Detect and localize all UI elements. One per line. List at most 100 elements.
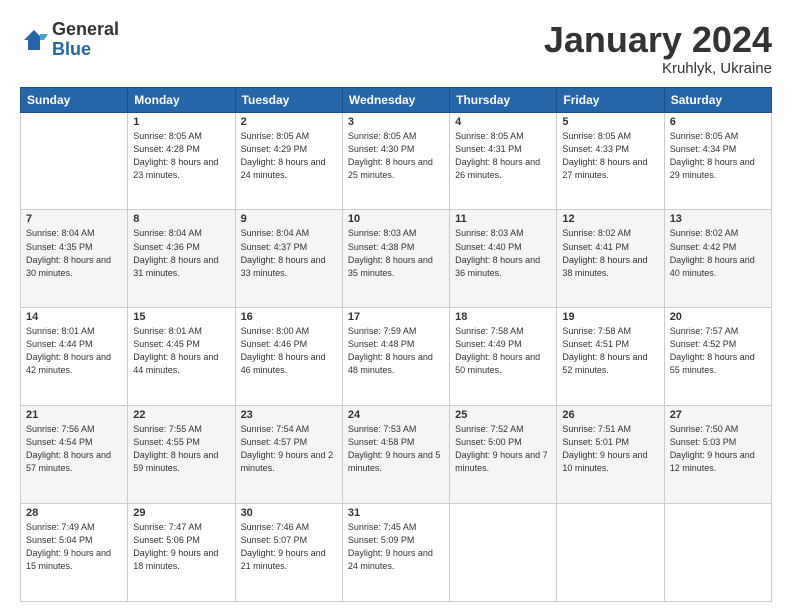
header: General Blue January 2024 Kruhlyk, Ukrai… (20, 20, 772, 77)
day-number: 13 (670, 213, 766, 225)
location-subtitle: Kruhlyk, Ukraine (544, 60, 772, 77)
calendar-cell-w0-d4: 4 Sunrise: 8:05 AMSunset: 4:31 PMDaylight… (450, 112, 557, 210)
day-info: Sunrise: 8:05 AMSunset: 4:33 PMDaylight:… (562, 130, 658, 182)
day-number: 30 (241, 507, 337, 519)
day-info: Sunrise: 8:02 AMSunset: 4:41 PMDaylight:… (562, 227, 658, 279)
day-info: Sunrise: 8:05 AMSunset: 4:29 PMDaylight:… (241, 130, 337, 182)
day-info: Sunrise: 8:01 AMSunset: 4:44 PMDaylight:… (26, 325, 122, 377)
day-number: 23 (241, 409, 337, 421)
calendar-cell-w0-d3: 3Sunrise: 8:05 AMSunset: 4:30 PMDaylight… (342, 112, 449, 210)
week-row-3: 21 Sunrise: 7:56 AMSunset: 4:54 PMDayligh… (21, 406, 772, 504)
calendar-cell-w1-d6: 13 Sunrise: 8:02 AMSunset: 4:42 PMDayligh… (664, 210, 771, 308)
day-info: Sunrise: 7:53 AMSunset: 4:58 PMDaylight:… (348, 423, 444, 475)
day-number: 5 (562, 116, 658, 128)
calendar-cell-w4-d6 (664, 504, 771, 602)
day-number: 12 (562, 213, 658, 225)
calendar-cell-w2-d0: 14 Sunrise: 8:01 AMSunset: 4:44 PMDayligh… (21, 308, 128, 406)
calendar-cell-w3-d3: 24 Sunrise: 7:53 AMSunset: 4:58 PMDayligh… (342, 406, 449, 504)
header-tuesday: Tuesday (235, 87, 342, 112)
calendar-cell-w1-d4: 11 Sunrise: 8:03 AMSunset: 4:40 PMDayligh… (450, 210, 557, 308)
day-number: 20 (670, 311, 766, 323)
calendar-cell-w1-d2: 9 Sunrise: 8:04 AMSunset: 4:37 PMDaylight… (235, 210, 342, 308)
calendar-cell-w4-d5 (557, 504, 664, 602)
header-friday: Friday (557, 87, 664, 112)
logo-blue-text: Blue (52, 40, 119, 60)
week-row-2: 14 Sunrise: 8:01 AMSunset: 4:44 PMDayligh… (21, 308, 772, 406)
day-info: Sunrise: 7:58 AMSunset: 4:49 PMDaylight:… (455, 325, 551, 377)
day-number: 27 (670, 409, 766, 421)
calendar-cell-w4-d4 (450, 504, 557, 602)
day-info: Sunrise: 7:45 AMSunset: 5:09 PMDaylight:… (348, 521, 444, 573)
header-monday: Monday (128, 87, 235, 112)
day-info: Sunrise: 7:57 AMSunset: 4:52 PMDaylight:… (670, 325, 766, 377)
weekday-header-row: Sunday Monday Tuesday Wednesday Thursday… (21, 87, 772, 112)
calendar-cell-w2-d2: 16 Sunrise: 8:00 AMSunset: 4:46 PMDayligh… (235, 308, 342, 406)
day-info: Sunrise: 8:03 AMSunset: 4:40 PMDaylight:… (455, 227, 551, 279)
day-number: 4 (455, 116, 551, 128)
day-info: Sunrise: 7:58 AMSunset: 4:51 PMDaylight:… (562, 325, 658, 377)
day-info: Sunrise: 8:01 AMSunset: 4:45 PMDaylight:… (133, 325, 229, 377)
day-number: 26 (562, 409, 658, 421)
day-number: 9 (241, 213, 337, 225)
day-number: 24 (348, 409, 444, 421)
day-number: 7 (26, 213, 122, 225)
day-number: 17 (348, 311, 444, 323)
day-number: 16 (241, 311, 337, 323)
day-info: Sunrise: 7:56 AMSunset: 4:54 PMDaylight:… (26, 423, 122, 475)
calendar-cell-w3-d1: 22 Sunrise: 7:55 AMSunset: 4:55 PMDayligh… (128, 406, 235, 504)
calendar-cell-w1-d1: 8 Sunrise: 8:04 AMSunset: 4:36 PMDaylight… (128, 210, 235, 308)
logo-text: General Blue (52, 20, 119, 60)
page: General Blue January 2024 Kruhlyk, Ukrai… (0, 0, 792, 612)
calendar-cell-w2-d1: 15 Sunrise: 8:01 AMSunset: 4:45 PMDayligh… (128, 308, 235, 406)
day-info: Sunrise: 7:49 AMSunset: 5:04 PMDaylight:… (26, 521, 122, 573)
calendar-cell-w1-d0: 7 Sunrise: 8:04 AMSunset: 4:35 PMDaylight… (21, 210, 128, 308)
day-number: 11 (455, 213, 551, 225)
day-info: Sunrise: 8:05 AMSunset: 4:31 PMDaylight:… (455, 130, 551, 182)
day-number: 14 (26, 311, 122, 323)
logo-general-text: General (52, 20, 119, 40)
day-number: 21 (26, 409, 122, 421)
day-number: 31 (348, 507, 444, 519)
week-row-0: 1 Sunrise: 8:05 AMSunset: 4:28 PMDaylight… (21, 112, 772, 210)
calendar-cell-w3-d4: 25 Sunrise: 7:52 AMSunset: 5:00 PMDayligh… (450, 406, 557, 504)
day-number: 10 (348, 213, 444, 225)
calendar-cell-w0-d5: 5 Sunrise: 8:05 AMSunset: 4:33 PMDaylight… (557, 112, 664, 210)
day-number: 3 (348, 116, 444, 128)
calendar-cell-w2-d6: 20 Sunrise: 7:57 AMSunset: 4:52 PMDayligh… (664, 308, 771, 406)
calendar-cell-w3-d6: 27 Sunrise: 7:50 AMSunset: 5:03 PMDayligh… (664, 406, 771, 504)
calendar-cell-w3-d5: 26 Sunrise: 7:51 AMSunset: 5:01 PMDayligh… (557, 406, 664, 504)
day-number: 15 (133, 311, 229, 323)
day-info: Sunrise: 7:52 AMSunset: 5:00 PMDaylight:… (455, 423, 551, 475)
title-block: January 2024 Kruhlyk, Ukraine (544, 20, 772, 77)
day-info: Sunrise: 7:51 AMSunset: 5:01 PMDaylight:… (562, 423, 658, 475)
day-info: Sunrise: 7:46 AMSunset: 5:07 PMDaylight:… (241, 521, 337, 573)
day-number: 1 (133, 116, 229, 128)
calendar-cell-w4-d0: 28Sunrise: 7:49 AMSunset: 5:04 PMDayligh… (21, 504, 128, 602)
logo: General Blue (20, 20, 119, 60)
calendar-cell-w0-d6: 6Sunrise: 8:05 AMSunset: 4:34 PMDaylight… (664, 112, 771, 210)
day-info: Sunrise: 8:03 AMSunset: 4:38 PMDaylight:… (348, 227, 444, 279)
day-number: 18 (455, 311, 551, 323)
day-number: 2 (241, 116, 337, 128)
day-info: Sunrise: 7:50 AMSunset: 5:03 PMDaylight:… (670, 423, 766, 475)
day-info: Sunrise: 8:04 AMSunset: 4:37 PMDaylight:… (241, 227, 337, 279)
day-info: Sunrise: 8:05 AMSunset: 4:34 PMDaylight:… (670, 130, 766, 182)
header-saturday: Saturday (664, 87, 771, 112)
day-number: 25 (455, 409, 551, 421)
day-info: Sunrise: 7:59 AMSunset: 4:48 PMDaylight:… (348, 325, 444, 377)
day-info: Sunrise: 8:00 AMSunset: 4:46 PMDaylight:… (241, 325, 337, 377)
calendar-cell-w2-d4: 18 Sunrise: 7:58 AMSunset: 4:49 PMDayligh… (450, 308, 557, 406)
day-number: 22 (133, 409, 229, 421)
day-info: Sunrise: 7:55 AMSunset: 4:55 PMDaylight:… (133, 423, 229, 475)
week-row-1: 7 Sunrise: 8:04 AMSunset: 4:35 PMDaylight… (21, 210, 772, 308)
week-row-4: 28Sunrise: 7:49 AMSunset: 5:04 PMDayligh… (21, 504, 772, 602)
day-info: Sunrise: 7:47 AMSunset: 5:06 PMDaylight:… (133, 521, 229, 573)
day-number: 8 (133, 213, 229, 225)
day-info: Sunrise: 8:04 AMSunset: 4:36 PMDaylight:… (133, 227, 229, 279)
day-info: Sunrise: 8:04 AMSunset: 4:35 PMDaylight:… (26, 227, 122, 279)
calendar-cell-w4-d3: 31 Sunrise: 7:45 AMSunset: 5:09 PMDayligh… (342, 504, 449, 602)
calendar-cell-w3-d2: 23Sunrise: 7:54 AMSunset: 4:57 PMDayligh… (235, 406, 342, 504)
day-info: Sunrise: 8:05 AMSunset: 4:28 PMDaylight:… (133, 130, 229, 182)
day-info: Sunrise: 8:02 AMSunset: 4:42 PMDaylight:… (670, 227, 766, 279)
calendar-table: Sunday Monday Tuesday Wednesday Thursday… (20, 87, 772, 602)
